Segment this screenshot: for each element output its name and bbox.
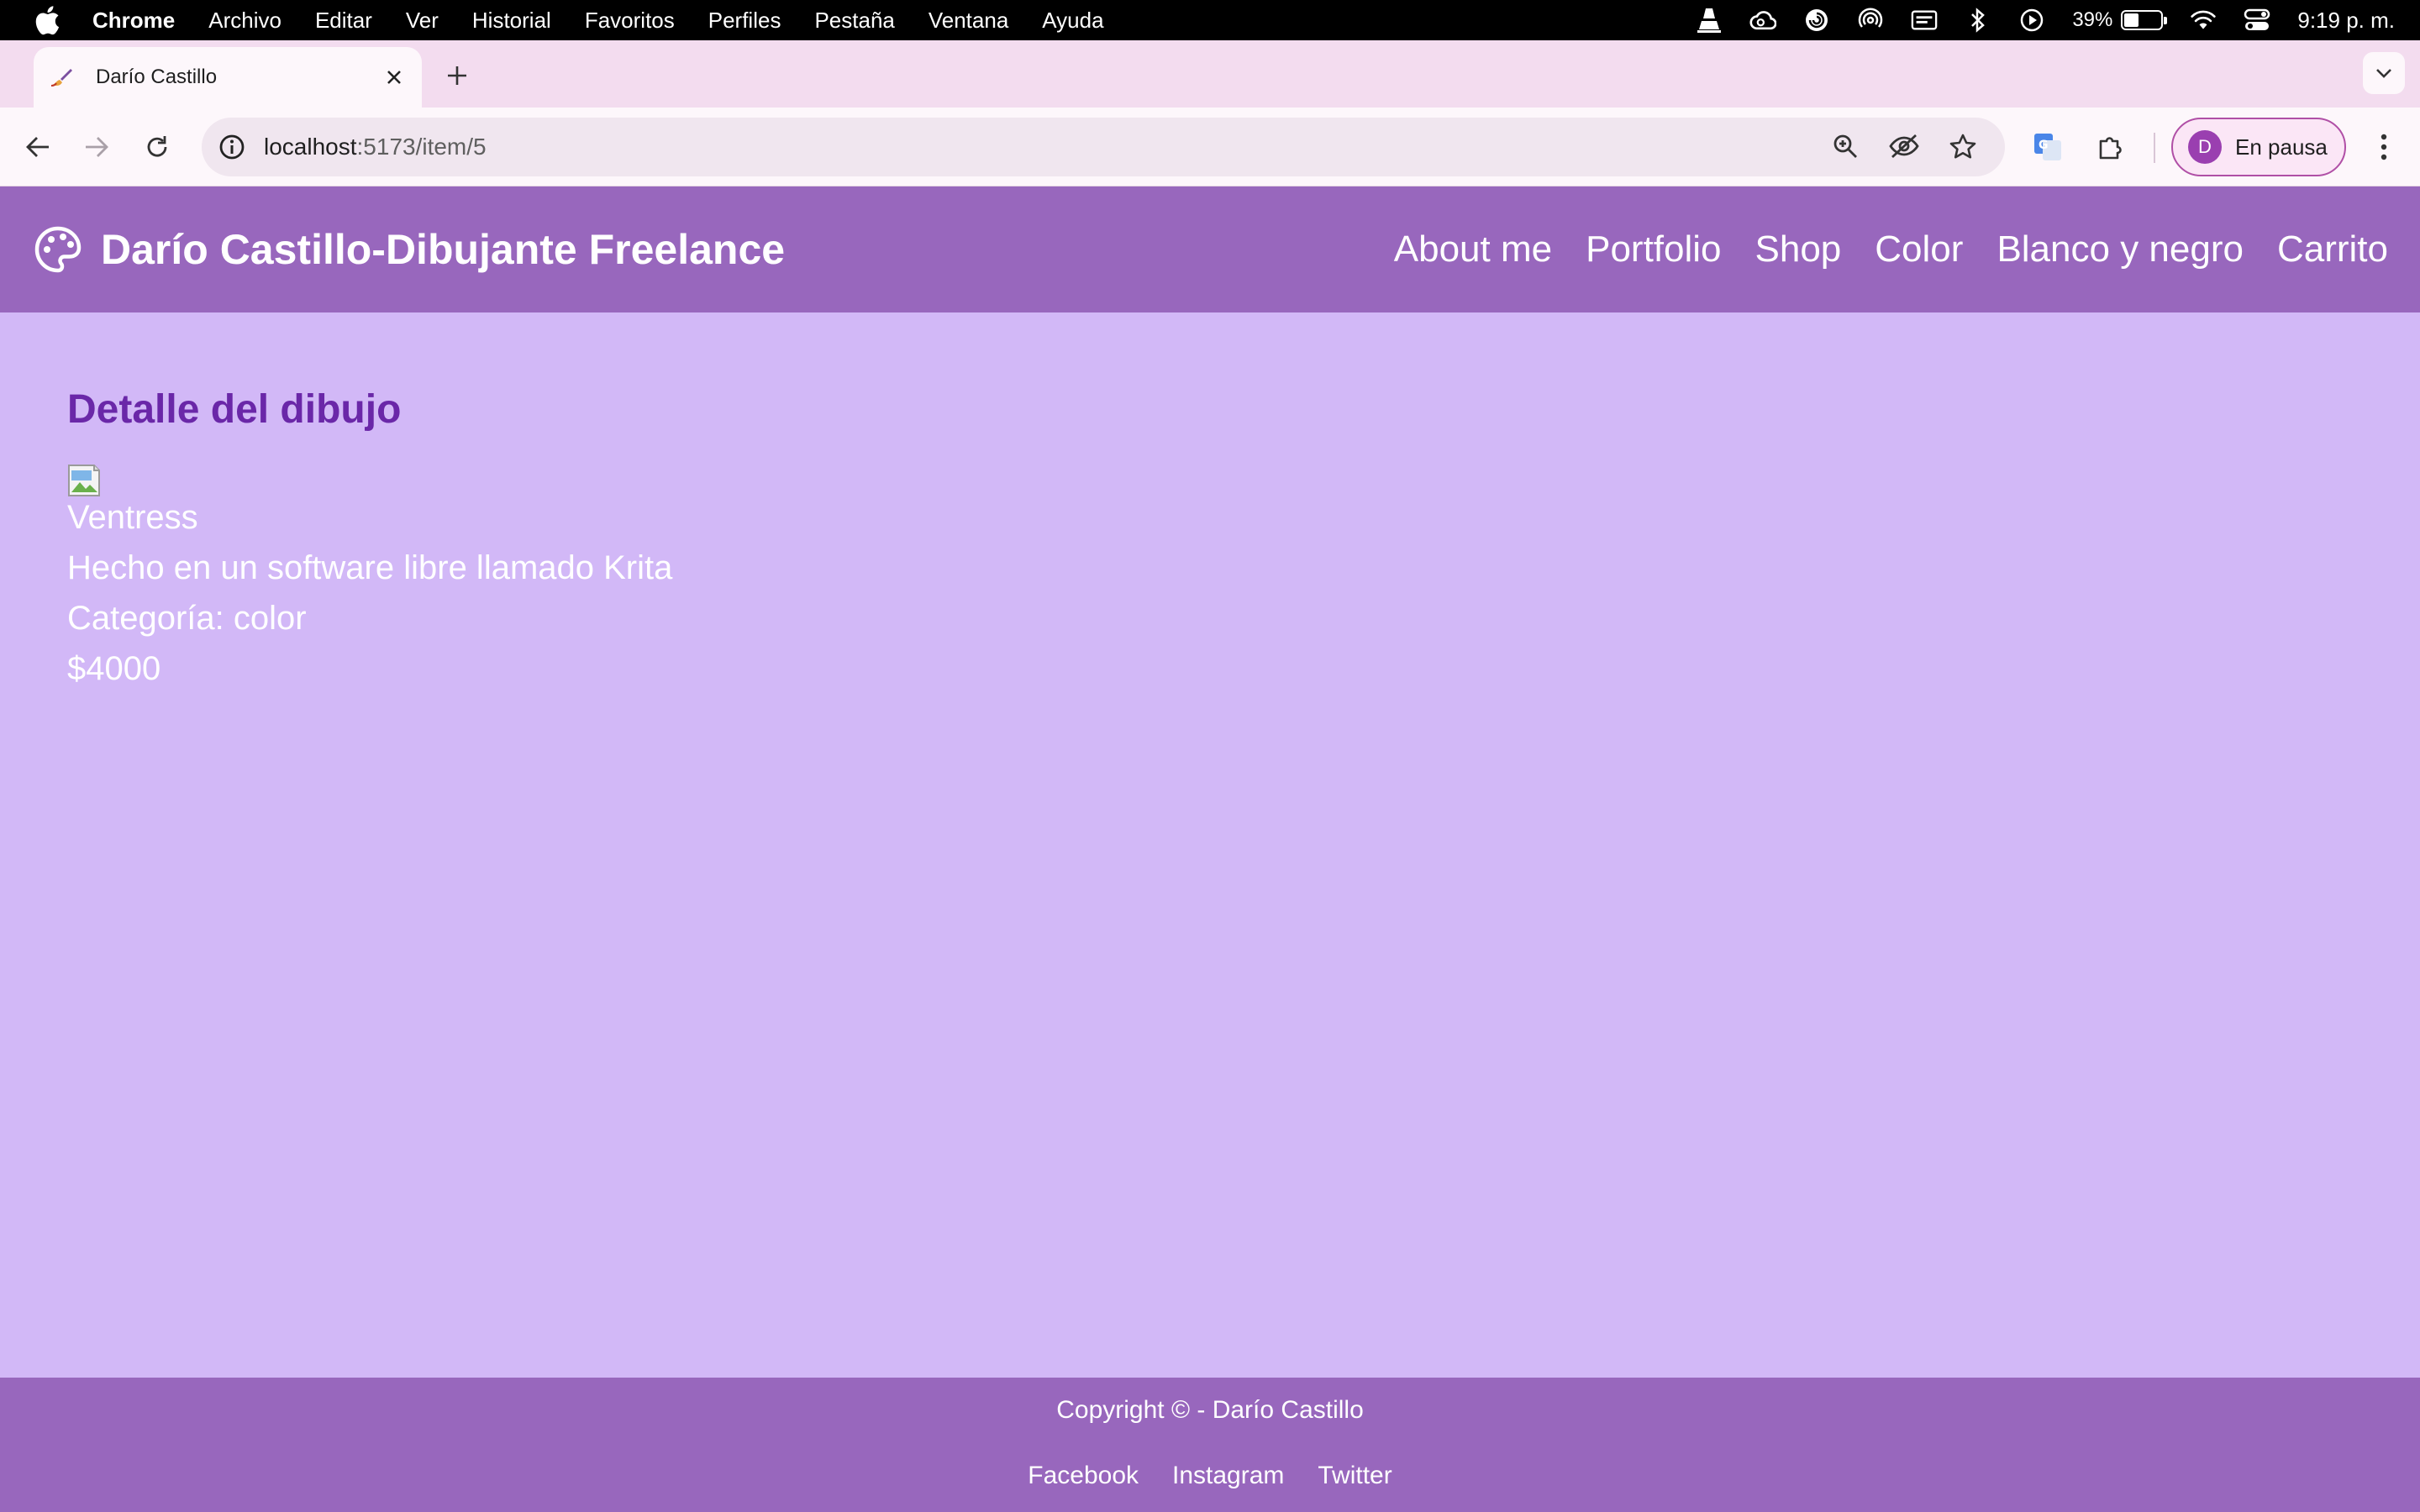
nav-link-carrito[interactable]: Carrito: [2277, 228, 2388, 270]
arrow-left-icon: [26, 137, 49, 157]
menu-app-name[interactable]: Chrome: [92, 8, 175, 34]
item-name: Ventress: [67, 499, 198, 536]
chevron-down-icon: [2376, 69, 2391, 78]
menu-editar[interactable]: Editar: [315, 8, 372, 34]
url-host: localhost: [264, 134, 357, 160]
forward-button[interactable]: [76, 126, 118, 168]
nav-link-shop[interactable]: Shop: [1755, 228, 1842, 270]
broken-image-icon: [68, 465, 100, 496]
nav-link-color[interactable]: Color: [1875, 228, 1963, 270]
plus-icon: [448, 66, 466, 85]
reload-button[interactable]: [136, 126, 178, 168]
tab-strip: Darío Castillo: [0, 40, 2420, 108]
bluetooth-icon[interactable]: [1965, 7, 1991, 34]
toolbar-separator: [2154, 133, 2155, 163]
omnibox-actions: [1828, 128, 1980, 165]
tab-close-icon[interactable]: [381, 65, 407, 90]
eye-off-icon[interactable]: [1887, 128, 1921, 165]
menu-archivo[interactable]: Archivo: [208, 8, 281, 34]
url-path: :5173/item/5: [356, 134, 487, 160]
footer-link-twitter[interactable]: Twitter: [1318, 1462, 1392, 1490]
brand-title: Darío Castillo-Dibujante Freelance: [101, 226, 786, 273]
footer-link-facebook[interactable]: Facebook: [1028, 1462, 1139, 1490]
browser-tab-active[interactable]: Darío Castillo: [34, 47, 422, 108]
item-price: $4000: [67, 650, 161, 687]
profile-status-label: En pausa: [2235, 134, 2328, 160]
browser-toolbar: localhost:5173/item/5 G D En pausa: [0, 108, 2420, 186]
airdrop-icon[interactable]: [1857, 7, 1884, 34]
site-brand[interactable]: Darío Castillo-Dibujante Freelance: [34, 186, 785, 312]
vlc-icon[interactable]: [1696, 7, 1723, 34]
chrome-menu-button[interactable]: [2363, 126, 2405, 168]
menubar-clock[interactable]: 9:19 p. m.: [2297, 8, 2395, 34]
site-info-icon[interactable]: [215, 130, 249, 164]
site-footer: Copyright © - Darío Castillo Facebook In…: [0, 1378, 2420, 1512]
main-nav: About me Portfolio Shop Color Blanco y n…: [1394, 186, 2388, 312]
new-tab-button[interactable]: [439, 57, 476, 94]
arrow-right-icon: [86, 137, 108, 157]
avatar: D: [2188, 130, 2222, 164]
bookmark-star-icon[interactable]: [1946, 128, 1980, 165]
macos-menu-bar: Chrome Archivo Editar Ver Historial Favo…: [0, 0, 2420, 40]
google-translate-icon[interactable]: G: [2027, 126, 2069, 168]
back-button[interactable]: [17, 126, 59, 168]
battery-indicator[interactable]: 39%: [2072, 8, 2168, 32]
battery-fill: [2124, 13, 2139, 27]
site-header: Darío Castillo-Dibujante Freelance About…: [0, 186, 2420, 312]
spiral-app-icon[interactable]: [1803, 7, 1830, 34]
apple-logo-icon[interactable]: [32, 4, 60, 36]
nav-link-about-me[interactable]: About me: [1394, 228, 1552, 270]
keyboard-input-icon[interactable]: [1911, 7, 1938, 34]
menu-ayuda[interactable]: Ayuda: [1042, 8, 1103, 34]
battery-percent: 39%: [2072, 8, 2113, 31]
svg-text:G: G: [2039, 139, 2049, 152]
menu-ver[interactable]: Ver: [406, 8, 439, 34]
extensions-puzzle-icon[interactable]: [2089, 126, 2131, 168]
reload-icon: [147, 136, 167, 157]
nav-link-portfolio[interactable]: Portfolio: [1586, 228, 1721, 270]
palette-icon: [34, 226, 82, 273]
social-links: Facebook Instagram Twitter: [0, 1462, 2420, 1490]
status-area: 39% 9:19 p. m.: [1696, 0, 2395, 40]
play-icon[interactable]: [2018, 7, 2045, 34]
footer-link-instagram[interactable]: Instagram: [1172, 1462, 1284, 1490]
brush-favicon-icon: [50, 69, 72, 87]
copyright-text: Copyright © - Darío Castillo: [1056, 1396, 1364, 1424]
profile-button[interactable]: D En pausa: [2171, 118, 2346, 176]
address-bar[interactable]: localhost:5173/item/5: [202, 118, 2005, 176]
creative-cloud-icon[interactable]: [1749, 7, 1777, 34]
menu-historial[interactable]: Historial: [472, 8, 551, 34]
page-title: Detalle del dibujo: [67, 387, 402, 432]
item-category: Categoría: color: [67, 600, 307, 637]
tab-title: Darío Castillo: [96, 66, 218, 88]
menu-ventana[interactable]: Ventana: [929, 8, 1008, 34]
tab-search-button[interactable]: [2363, 52, 2405, 94]
control-center-icon[interactable]: [2244, 7, 2270, 34]
battery-icon: [2121, 10, 2168, 30]
menu-perfiles[interactable]: Perfiles: [708, 8, 781, 34]
zoom-icon[interactable]: [1828, 128, 1862, 165]
url-text[interactable]: localhost:5173/item/5: [264, 134, 487, 160]
wifi-icon[interactable]: [2190, 7, 2217, 34]
menu-pestana[interactable]: Pestaña: [814, 8, 894, 34]
nav-link-blanco-y-negro[interactable]: Blanco y negro: [1996, 228, 2244, 270]
kebab-menu-icon: [2381, 134, 2387, 160]
item-description: Hecho en un software libre llamado Krita: [67, 549, 673, 586]
menu-favoritos[interactable]: Favoritos: [585, 8, 675, 34]
